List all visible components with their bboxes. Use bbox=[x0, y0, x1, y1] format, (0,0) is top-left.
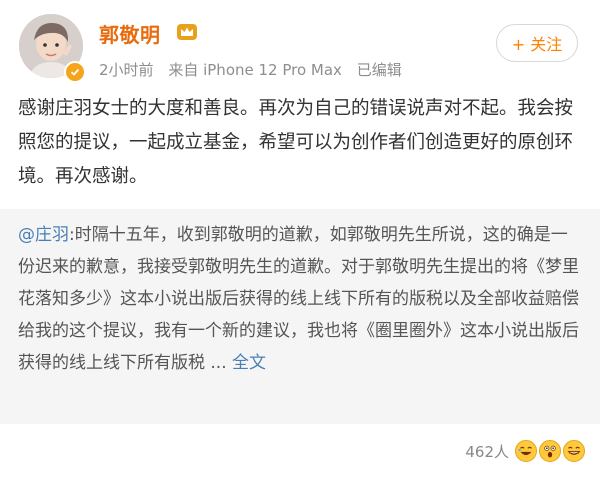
post-meta: 2小时前 来自 iPhone 12 Pro Max 已编辑 bbox=[99, 59, 412, 80]
mention-link[interactable]: @庄羽 bbox=[18, 225, 69, 245]
post-source: 来自 iPhone 12 Pro Max bbox=[168, 61, 342, 79]
post-time: 2小时前 bbox=[99, 61, 154, 79]
quote-text: @庄羽:时隔十五年，收到郭敬明的道歉，如郭敬明先生所说，这的确是一份迟来的歉意，… bbox=[18, 219, 584, 379]
edited-label[interactable]: 已编辑 bbox=[357, 61, 402, 79]
retweet-quote[interactable]: @庄羽:时隔十五年，收到郭敬明的道歉，如郭敬明先生所说，这的确是一份迟来的歉意，… bbox=[0, 209, 600, 424]
follow-button[interactable]: + 关注 bbox=[496, 24, 578, 62]
surprised-emoji-icon bbox=[539, 440, 561, 462]
laugh-emoji-icon bbox=[515, 440, 537, 462]
post-text: 感谢庄羽女士的大度和善良。再次为自己的错误说声对不起。我会按照您的提议，一起成立… bbox=[18, 98, 574, 187]
full-text-link[interactable]: 全文 bbox=[232, 353, 266, 373]
username[interactable]: 郭敬明 bbox=[99, 19, 161, 48]
weibo-post: 郭敬明 2小时前 来自 iPhone 12 Pro Max 已编辑 + 关注 感… bbox=[0, 0, 600, 490]
crown-icon bbox=[176, 22, 198, 42]
reactions-bar[interactable]: 462人 bbox=[465, 440, 585, 462]
like-count[interactable]: 462人 bbox=[465, 441, 509, 462]
verified-badge-icon bbox=[64, 61, 86, 83]
grin-emoji-icon bbox=[563, 440, 585, 462]
quote-body: :时隔十五年，收到郭敬明的道歉，如郭敬明先生所说，这的确是一份迟来的歉意，我接受… bbox=[18, 225, 579, 373]
